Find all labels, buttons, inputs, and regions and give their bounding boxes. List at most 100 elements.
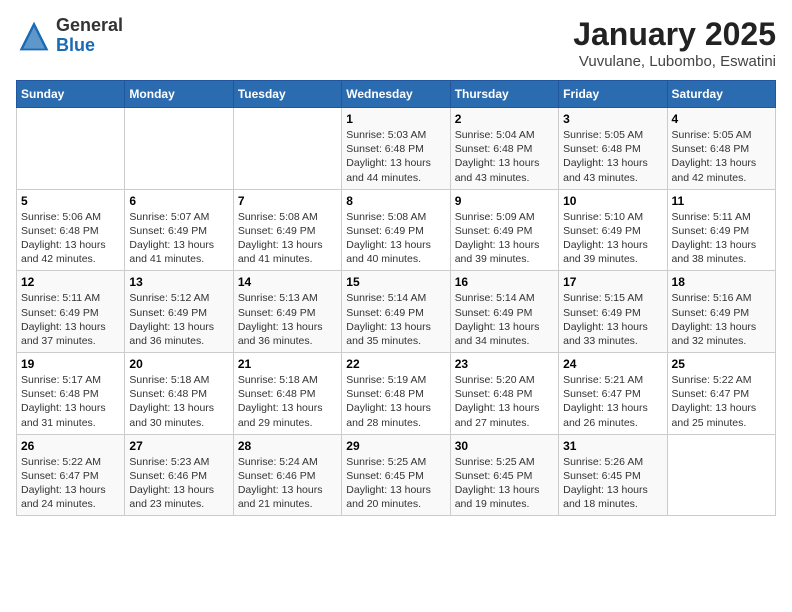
calendar-week: 12Sunrise: 5:11 AM Sunset: 6:49 PM Dayli… bbox=[17, 271, 776, 353]
day-number: 21 bbox=[238, 357, 337, 371]
day-number: 17 bbox=[563, 275, 662, 289]
page-title: January 2025 bbox=[573, 16, 776, 53]
day-number: 12 bbox=[21, 275, 120, 289]
day-info: Sunrise: 5:22 AM Sunset: 6:47 PM Dayligh… bbox=[672, 373, 771, 430]
day-info: Sunrise: 5:05 AM Sunset: 6:48 PM Dayligh… bbox=[672, 128, 771, 185]
calendar-cell: 15Sunrise: 5:14 AM Sunset: 6:49 PM Dayli… bbox=[342, 271, 450, 353]
calendar-cell: 22 Sunrise: 5:19 AM Sunset: 6:48 PM Dayli… bbox=[342, 353, 450, 435]
calendar-week: 5Sunrise: 5:06 AM Sunset: 6:48 PM Daylig… bbox=[17, 189, 776, 271]
calendar-cell: 21 Sunrise: 5:18 AM Sunset: 6:48 PM Dayli… bbox=[233, 353, 341, 435]
calendar-cell: 5Sunrise: 5:06 AM Sunset: 6:48 PM Daylig… bbox=[17, 189, 125, 271]
calendar-cell: 24 Sunrise: 5:21 AM Sunset: 6:47 PM Dayli… bbox=[559, 353, 667, 435]
calendar-cell: 4 Sunrise: 5:05 AM Sunset: 6:48 PM Daylig… bbox=[667, 108, 775, 190]
header-day: Friday bbox=[559, 81, 667, 108]
calendar-cell: 13 Sunrise: 5:12 AM Sunset: 6:49 PM Dayli… bbox=[125, 271, 233, 353]
day-number: 28 bbox=[238, 439, 337, 453]
day-number: 16 bbox=[455, 275, 554, 289]
day-number: 15 bbox=[346, 275, 445, 289]
day-info: Sunrise: 5:25 AM Sunset: 6:45 PM Dayligh… bbox=[346, 455, 445, 512]
day-number: 20 bbox=[129, 357, 228, 371]
calendar-table: SundayMondayTuesdayWednesdayThursdayFrid… bbox=[16, 80, 776, 516]
page-header: General Blue January 2025 Vuvulane, Lubo… bbox=[16, 16, 776, 70]
header-day: Sunday bbox=[17, 81, 125, 108]
calendar-cell: 7 Sunrise: 5:08 AM Sunset: 6:49 PM Daylig… bbox=[233, 189, 341, 271]
calendar-cell: 25Sunrise: 5:22 AM Sunset: 6:47 PM Dayli… bbox=[667, 353, 775, 435]
day-number: 27 bbox=[129, 439, 228, 453]
header-day: Monday bbox=[125, 81, 233, 108]
day-info: Sunrise: 5:05 AM Sunset: 6:48 PM Dayligh… bbox=[563, 128, 662, 185]
day-info: Sunrise: 5:10 AM Sunset: 6:49 PM Dayligh… bbox=[563, 210, 662, 267]
calendar-cell bbox=[233, 108, 341, 190]
calendar-cell: 10 Sunrise: 5:10 AM Sunset: 6:49 PM Dayli… bbox=[559, 189, 667, 271]
day-info: Sunrise: 5:15 AM Sunset: 6:49 PM Dayligh… bbox=[563, 291, 662, 348]
calendar-header: SundayMondayTuesdayWednesdayThursdayFrid… bbox=[17, 81, 776, 108]
calendar-cell: 1Sunrise: 5:03 AM Sunset: 6:48 PM Daylig… bbox=[342, 108, 450, 190]
day-info: Sunrise: 5:23 AM Sunset: 6:46 PM Dayligh… bbox=[129, 455, 228, 512]
header-day: Tuesday bbox=[233, 81, 341, 108]
day-number: 6 bbox=[129, 194, 228, 208]
day-info: Sunrise: 5:07 AM Sunset: 6:49 PM Dayligh… bbox=[129, 210, 228, 267]
day-info: Sunrise: 5:13 AM Sunset: 6:49 PM Dayligh… bbox=[238, 291, 337, 348]
day-number: 24 bbox=[563, 357, 662, 371]
calendar-cell: 28 Sunrise: 5:24 AM Sunset: 6:46 PM Dayli… bbox=[233, 434, 341, 516]
header-row: SundayMondayTuesdayWednesdayThursdayFrid… bbox=[17, 81, 776, 108]
calendar-week: 1Sunrise: 5:03 AM Sunset: 6:48 PM Daylig… bbox=[17, 108, 776, 190]
day-number: 31 bbox=[563, 439, 662, 453]
day-number: 7 bbox=[238, 194, 337, 208]
calendar-cell: 6 Sunrise: 5:07 AM Sunset: 6:49 PM Daylig… bbox=[125, 189, 233, 271]
day-info: Sunrise: 5:03 AM Sunset: 6:48 PM Dayligh… bbox=[346, 128, 445, 185]
day-number: 8 bbox=[346, 194, 445, 208]
calendar-cell: 20 Sunrise: 5:18 AM Sunset: 6:48 PM Dayli… bbox=[125, 353, 233, 435]
day-info: Sunrise: 5:18 AM Sunset: 6:48 PM Dayligh… bbox=[129, 373, 228, 430]
day-number: 13 bbox=[129, 275, 228, 289]
title-block: January 2025 Vuvulane, Lubombo, Eswatini bbox=[573, 16, 776, 70]
day-number: 14 bbox=[238, 275, 337, 289]
day-number: 23 bbox=[455, 357, 554, 371]
day-number: 3 bbox=[563, 112, 662, 126]
calendar-cell bbox=[667, 434, 775, 516]
day-number: 4 bbox=[672, 112, 771, 126]
calendar-cell: 23 Sunrise: 5:20 AM Sunset: 6:48 PM Dayli… bbox=[450, 353, 558, 435]
calendar-body: 1Sunrise: 5:03 AM Sunset: 6:48 PM Daylig… bbox=[17, 108, 776, 516]
logo-blue: Blue bbox=[56, 36, 123, 56]
calendar-cell: 11Sunrise: 5:11 AM Sunset: 6:49 PM Dayli… bbox=[667, 189, 775, 271]
day-info: Sunrise: 5:08 AM Sunset: 6:49 PM Dayligh… bbox=[238, 210, 337, 267]
day-info: Sunrise: 5:17 AM Sunset: 6:48 PM Dayligh… bbox=[21, 373, 120, 430]
logo-icon bbox=[16, 18, 52, 54]
day-number: 9 bbox=[455, 194, 554, 208]
calendar-cell: 12Sunrise: 5:11 AM Sunset: 6:49 PM Dayli… bbox=[17, 271, 125, 353]
calendar-cell: 26 Sunrise: 5:22 AM Sunset: 6:47 PM Dayli… bbox=[17, 434, 125, 516]
day-info: Sunrise: 5:26 AM Sunset: 6:45 PM Dayligh… bbox=[563, 455, 662, 512]
day-info: Sunrise: 5:25 AM Sunset: 6:45 PM Dayligh… bbox=[455, 455, 554, 512]
day-number: 10 bbox=[563, 194, 662, 208]
calendar-cell: 3 Sunrise: 5:05 AM Sunset: 6:48 PM Daylig… bbox=[559, 108, 667, 190]
day-info: Sunrise: 5:11 AM Sunset: 6:49 PM Dayligh… bbox=[672, 210, 771, 267]
day-info: Sunrise: 5:18 AM Sunset: 6:48 PM Dayligh… bbox=[238, 373, 337, 430]
day-number: 26 bbox=[21, 439, 120, 453]
calendar-cell: 27 Sunrise: 5:23 AM Sunset: 6:46 PM Dayli… bbox=[125, 434, 233, 516]
day-info: Sunrise: 5:19 AM Sunset: 6:48 PM Dayligh… bbox=[346, 373, 445, 430]
page-subtitle: Vuvulane, Lubombo, Eswatini bbox=[573, 53, 776, 70]
calendar-cell bbox=[17, 108, 125, 190]
day-info: Sunrise: 5:21 AM Sunset: 6:47 PM Dayligh… bbox=[563, 373, 662, 430]
day-info: Sunrise: 5:24 AM Sunset: 6:46 PM Dayligh… bbox=[238, 455, 337, 512]
calendar-cell: 2 Sunrise: 5:04 AM Sunset: 6:48 PM Daylig… bbox=[450, 108, 558, 190]
day-info: Sunrise: 5:20 AM Sunset: 6:48 PM Dayligh… bbox=[455, 373, 554, 430]
calendar-cell: 31 Sunrise: 5:26 AM Sunset: 6:45 PM Dayli… bbox=[559, 434, 667, 516]
day-number: 22 bbox=[346, 357, 445, 371]
day-info: Sunrise: 5:09 AM Sunset: 6:49 PM Dayligh… bbox=[455, 210, 554, 267]
calendar-cell: 30 Sunrise: 5:25 AM Sunset: 6:45 PM Dayli… bbox=[450, 434, 558, 516]
day-number: 30 bbox=[455, 439, 554, 453]
day-info: Sunrise: 5:12 AM Sunset: 6:49 PM Dayligh… bbox=[129, 291, 228, 348]
day-info: Sunrise: 5:08 AM Sunset: 6:49 PM Dayligh… bbox=[346, 210, 445, 267]
calendar-cell bbox=[125, 108, 233, 190]
day-info: Sunrise: 5:14 AM Sunset: 6:49 PM Dayligh… bbox=[455, 291, 554, 348]
day-info: Sunrise: 5:04 AM Sunset: 6:48 PM Dayligh… bbox=[455, 128, 554, 185]
calendar-cell: 14 Sunrise: 5:13 AM Sunset: 6:49 PM Dayli… bbox=[233, 271, 341, 353]
day-number: 2 bbox=[455, 112, 554, 126]
day-number: 29 bbox=[346, 439, 445, 453]
calendar-cell: 9 Sunrise: 5:09 AM Sunset: 6:49 PM Daylig… bbox=[450, 189, 558, 271]
day-info: Sunrise: 5:06 AM Sunset: 6:48 PM Dayligh… bbox=[21, 210, 120, 267]
logo-general: General bbox=[56, 16, 123, 36]
day-info: Sunrise: 5:22 AM Sunset: 6:47 PM Dayligh… bbox=[21, 455, 120, 512]
